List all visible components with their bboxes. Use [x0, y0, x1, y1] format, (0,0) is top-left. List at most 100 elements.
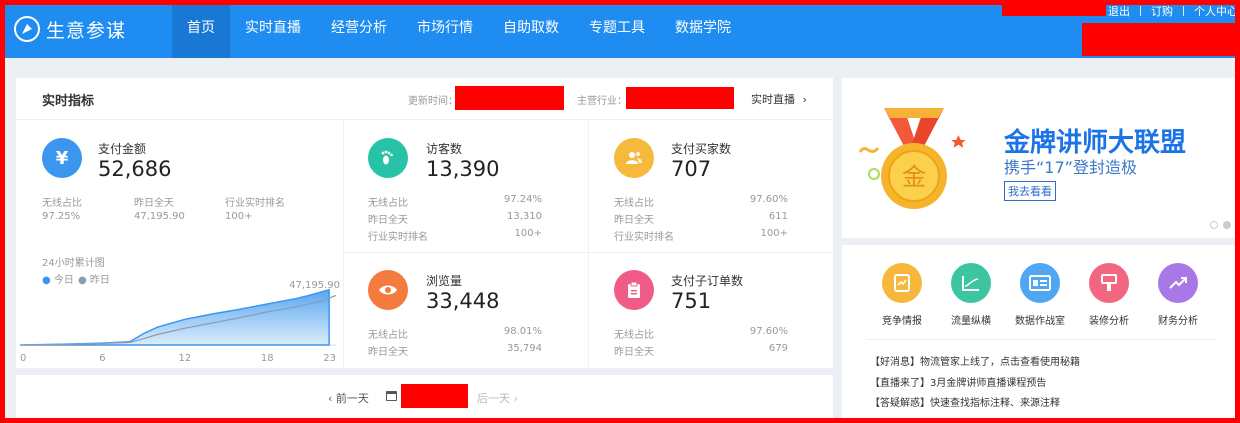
date-switcher: ‹ 前一天 后一天 ›: [16, 384, 833, 408]
nav-self-service[interactable]: 自助取数: [488, 0, 574, 58]
stat-value: 98.01%: [503, 326, 542, 337]
nav-market[interactable]: 市场行情: [402, 0, 488, 58]
news-item[interactable]: 【直播来了】3月金牌讲师直播课程预告: [870, 374, 1046, 389]
news-item[interactable]: 【好消息】物流管家上线了，点击查看使用秘籍: [870, 353, 1080, 368]
stat-row: 无线占比 97.60%: [614, 194, 788, 209]
tool-label: 数据作战室: [1015, 316, 1065, 327]
tool-finance[interactable]: 财务分析: [1143, 263, 1213, 327]
stat-label: 无线占比: [368, 330, 408, 341]
stat-value: 679: [768, 343, 788, 354]
stat-value: 97.60%: [749, 326, 788, 337]
promo-banner[interactable]: 金 金牌讲师大联盟 携手“17”登封造极 我去看看: [842, 78, 1240, 238]
pageviews-label: 浏览量: [426, 274, 463, 288]
nav-business-analysis[interactable]: 经营分析: [316, 0, 402, 58]
banner-subtitle: 携手“17”登封造极: [1004, 158, 1137, 177]
gold-medal-icon: 金: [858, 108, 966, 209]
buyers-value: 707: [671, 157, 712, 181]
news-tag: 【好消息】: [870, 357, 920, 368]
nav-live[interactable]: 实时直播: [230, 0, 316, 58]
buyers-label: 支付买家数: [671, 142, 732, 156]
news-text: 物流管家上线了，点击查看使用秘籍: [920, 357, 1080, 368]
nav-academy[interactable]: 数据学院: [660, 0, 746, 58]
stat-label: 行业实时排名: [225, 198, 285, 209]
footprint-icon: [368, 138, 408, 178]
logout-link[interactable]: 退出: [1098, 3, 1140, 19]
stat-label: 无线占比: [614, 330, 654, 341]
tool-label: 竞争情报: [882, 316, 922, 327]
redacted-username: [1002, 0, 1106, 16]
redacted-updated-time: [455, 86, 564, 110]
chevron-left-icon: ‹: [328, 392, 336, 405]
stat-label: 昨日全天: [614, 347, 654, 358]
top-navbar: 生意参谋 首页 实时直播 经营分析 市场行情 自助取数 专题工具 数据学院 退出…: [0, 0, 1240, 58]
news-text: 快速查找指标注释、来源注释: [930, 398, 1060, 409]
x-tick-label: 12: [179, 353, 192, 364]
visitors-value: 13,390: [426, 157, 500, 181]
stat-label: 行业实时排名: [614, 232, 674, 243]
stat-label: 无线占比: [614, 198, 654, 209]
chart-title: 24小时累计图: [42, 258, 105, 269]
tool-war-room[interactable]: 数据作战室: [1005, 263, 1075, 327]
nav-topic-tools[interactable]: 专题工具: [574, 0, 660, 58]
realtime-title: 实时指标: [42, 94, 95, 109]
stat-row: 昨日全天 611: [614, 211, 788, 226]
dashboard-icon: [1020, 263, 1060, 303]
chevron-right-icon: ›: [802, 93, 807, 106]
medal-char: 金: [902, 163, 926, 191]
cumulative-chart: 47,195.90 0 6 12 18 23: [19, 280, 340, 364]
eye-icon: [368, 270, 408, 310]
realtime-card-header: 实时指标 更新时间： 主营行业： 实时直播 ›: [16, 78, 833, 120]
calendar-icon[interactable]: [386, 391, 397, 401]
stat-label: 行业实时排名: [368, 232, 428, 243]
stat-value: 35,794: [507, 343, 542, 354]
divider: [866, 339, 1216, 340]
stat-row: 无线占比 97.60%: [614, 326, 788, 341]
stat-label: 昨日全天: [134, 198, 174, 209]
subscribe-link[interactable]: 订购: [1141, 3, 1183, 19]
stat-row: 昨日全天 13,310: [368, 211, 542, 226]
x-tick-label: 0: [20, 353, 26, 364]
payment-label: 支付金额: [98, 142, 147, 156]
brush-icon: [1089, 263, 1129, 303]
stat-value: 47,195.90: [134, 211, 185, 222]
stat-row: 无线占比 97.24%: [368, 194, 542, 209]
live-link[interactable]: 实时直播 ›: [751, 91, 807, 107]
news-text: 3月金牌讲师直播课程预告: [930, 378, 1047, 389]
tool-decoration[interactable]: 装修分析: [1074, 263, 1144, 327]
carousel-dot[interactable]: [1210, 221, 1218, 229]
stat-value: 97.25%: [42, 211, 81, 222]
logo[interactable]: 生意参谋: [14, 14, 126, 44]
x-tick-label: 18: [261, 353, 274, 364]
stat-label: 昨日全天: [614, 215, 654, 226]
redacted-account-area: [1082, 23, 1240, 56]
carousel-dot-active[interactable]: [1223, 221, 1231, 229]
logo-text: 生意参谋: [46, 19, 127, 42]
visitors-label: 访客数: [426, 142, 463, 156]
tool-competition[interactable]: 竞争情报: [867, 263, 937, 327]
tool-label: 装修分析: [1089, 316, 1129, 327]
tool-label: 流量纵横: [951, 316, 991, 327]
series-today-area: [19, 288, 330, 346]
x-tick-label: 23: [323, 353, 336, 364]
prev-day-button[interactable]: ‹ 前一天: [328, 390, 369, 406]
redacted-industry: [626, 87, 734, 109]
live-link-label: 实时直播: [751, 93, 795, 106]
yen-icon: ¥: [42, 138, 82, 178]
report-icon: [882, 263, 922, 303]
main-nav: 首页 实时直播 经营分析 市场行情 自助取数 专题工具 数据学院: [172, 0, 746, 58]
nav-home[interactable]: 首页: [172, 0, 230, 58]
stat-label: 无线占比: [42, 198, 82, 209]
news-item[interactable]: 【答疑解惑】快速查找指标注释、来源注释: [870, 394, 1060, 409]
stat-value: 97.24%: [503, 194, 542, 205]
stat-row: 昨日全天 35,794: [368, 343, 542, 358]
x-tick-label: 6: [99, 353, 105, 364]
traffic-chart-icon: [951, 263, 991, 303]
banner-cta-button[interactable]: 我去看看: [1004, 181, 1056, 201]
tools-card: 竞争情报 流量纵横 数据作战室 装修分析 财务分析 【好消息】物流管家上线了，点…: [842, 245, 1240, 423]
tool-traffic[interactable]: 流量纵横: [936, 263, 1006, 327]
suborders-label: 支付子订单数: [671, 274, 744, 288]
personal-center-link[interactable]: 个人中心: [1184, 3, 1240, 19]
divider: [343, 121, 344, 368]
tool-label: 财务分析: [1158, 316, 1198, 327]
next-day-button[interactable]: 后一天 ›: [477, 390, 518, 406]
